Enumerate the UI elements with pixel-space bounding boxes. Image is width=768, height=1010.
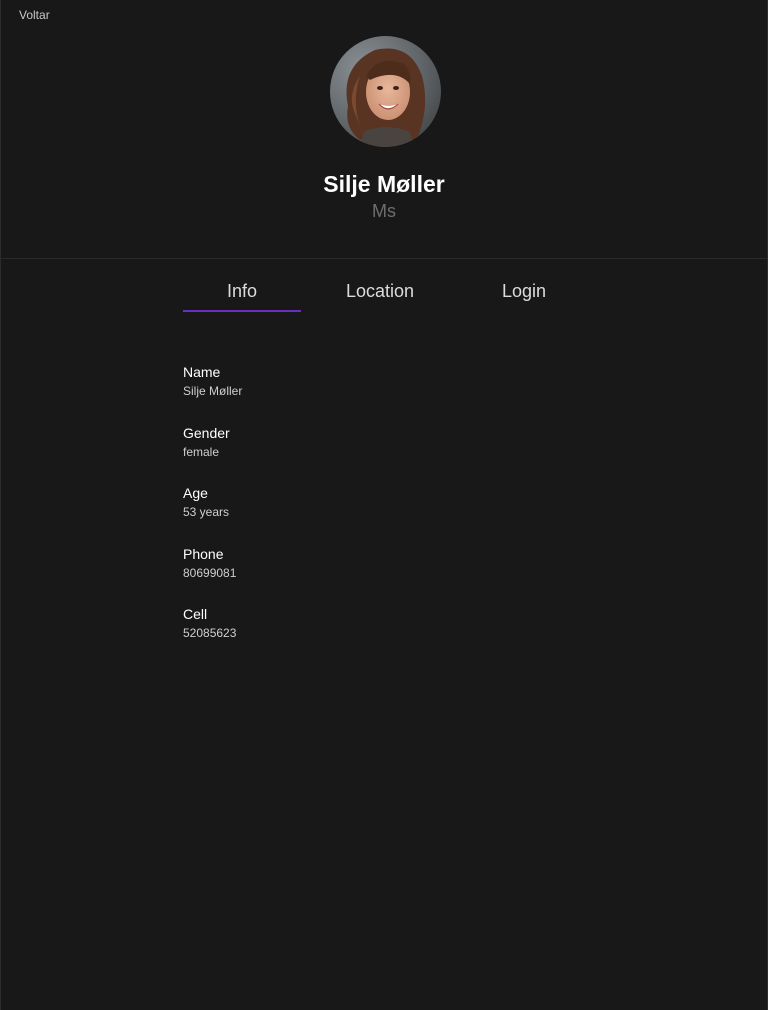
tab-bar: Info Location Login bbox=[183, 278, 587, 314]
info-value: 53 years bbox=[183, 505, 230, 519]
info-item-cell: Cell 52085623 bbox=[183, 606, 583, 667]
profile-title: Ms bbox=[372, 201, 396, 221]
info-item-gender: Gender female bbox=[183, 425, 583, 486]
info-value: 52085623 bbox=[183, 626, 237, 640]
info-label: Name bbox=[183, 364, 221, 380]
avatar bbox=[330, 36, 441, 147]
active-tab-indicator bbox=[183, 310, 301, 312]
info-label: Phone bbox=[183, 545, 224, 562]
tab-location[interactable]: Location bbox=[321, 278, 439, 312]
tab-login[interactable]: Login bbox=[465, 278, 583, 312]
info-item-age: Age 53 years bbox=[183, 485, 583, 546]
info-label: Cell bbox=[183, 606, 208, 622]
info-value: female bbox=[183, 444, 220, 459]
info-label: Gender bbox=[183, 424, 230, 441]
info-label: Age bbox=[183, 485, 208, 501]
info-value: 80699081 bbox=[183, 565, 237, 580]
info-item-name: Name Silje Møller bbox=[183, 364, 583, 425]
profile-header: Silje Møller Ms bbox=[1, 0, 767, 259]
tab-info[interactable]: Info bbox=[183, 278, 301, 312]
profile-name: Silje Møller bbox=[323, 171, 445, 197]
info-value: Silje Møller bbox=[183, 384, 243, 398]
profile-page: Voltar Silje Møller Ms Info Location Log… bbox=[0, 0, 768, 1010]
info-list: Name Silje Møller Gender female Age 53 y… bbox=[183, 364, 583, 667]
info-item-phone: Phone 80699081 bbox=[183, 546, 583, 607]
